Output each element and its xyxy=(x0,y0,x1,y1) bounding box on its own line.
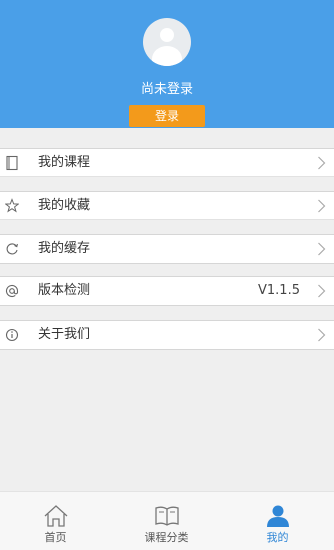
menu-item-my-favorites[interactable]: 我的收藏 xyxy=(0,192,334,220)
tab-course-category[interactable]: 课程分类 xyxy=(111,492,222,550)
book-icon xyxy=(154,506,179,526)
tab-label: 课程分类 xyxy=(144,531,189,544)
tab-label: 我的 xyxy=(266,531,289,544)
login-status-text: 尚未登录 xyxy=(140,82,193,97)
menu-item-label: 我的课程 xyxy=(38,155,91,170)
tab-mine[interactable]: 我的 xyxy=(222,492,333,550)
version-value: V1.1.5 xyxy=(258,283,300,298)
menu-item-my-cache[interactable]: 我的缓存 xyxy=(0,235,334,263)
profile-header: 尚未登录 登录 xyxy=(0,0,334,128)
avatar[interactable] xyxy=(143,18,191,66)
menu-item-label: 关于我们 xyxy=(38,327,91,342)
home-icon xyxy=(44,505,67,527)
chevron-right-icon xyxy=(318,156,326,170)
menu-item-about-us[interactable]: 关于我们 xyxy=(0,321,334,349)
bottom-tab-bar: 首页 课程分类 我的 xyxy=(0,491,334,550)
star-icon xyxy=(5,198,19,213)
info-icon xyxy=(5,328,19,342)
document-icon xyxy=(6,155,18,171)
user-icon xyxy=(266,505,289,527)
menu-item-my-courses[interactable]: 我的课程 xyxy=(0,149,334,177)
menu-group-main: 我的课程 我的收藏 我的缓存 xyxy=(0,148,334,264)
at-icon xyxy=(5,284,19,298)
refresh-icon xyxy=(6,243,18,255)
menu-group-about: 关于我们 xyxy=(0,320,334,350)
login-button[interactable]: 登录 xyxy=(129,105,205,127)
tab-home[interactable]: 首页 xyxy=(0,492,111,550)
menu-item-label: 我的缓存 xyxy=(38,241,91,256)
tab-label: 首页 xyxy=(44,531,67,544)
menu-group-version: 版本检测 V1.1.5 xyxy=(0,276,334,306)
chevron-right-icon xyxy=(318,328,326,342)
menu-item-label: 我的收藏 xyxy=(38,198,91,213)
chevron-right-icon xyxy=(318,199,326,213)
menu-item-version-check[interactable]: 版本检测 V1.1.5 xyxy=(0,277,334,305)
chevron-right-icon xyxy=(318,284,326,298)
chevron-right-icon xyxy=(318,242,326,256)
menu-item-label: 版本检测 xyxy=(38,283,91,298)
